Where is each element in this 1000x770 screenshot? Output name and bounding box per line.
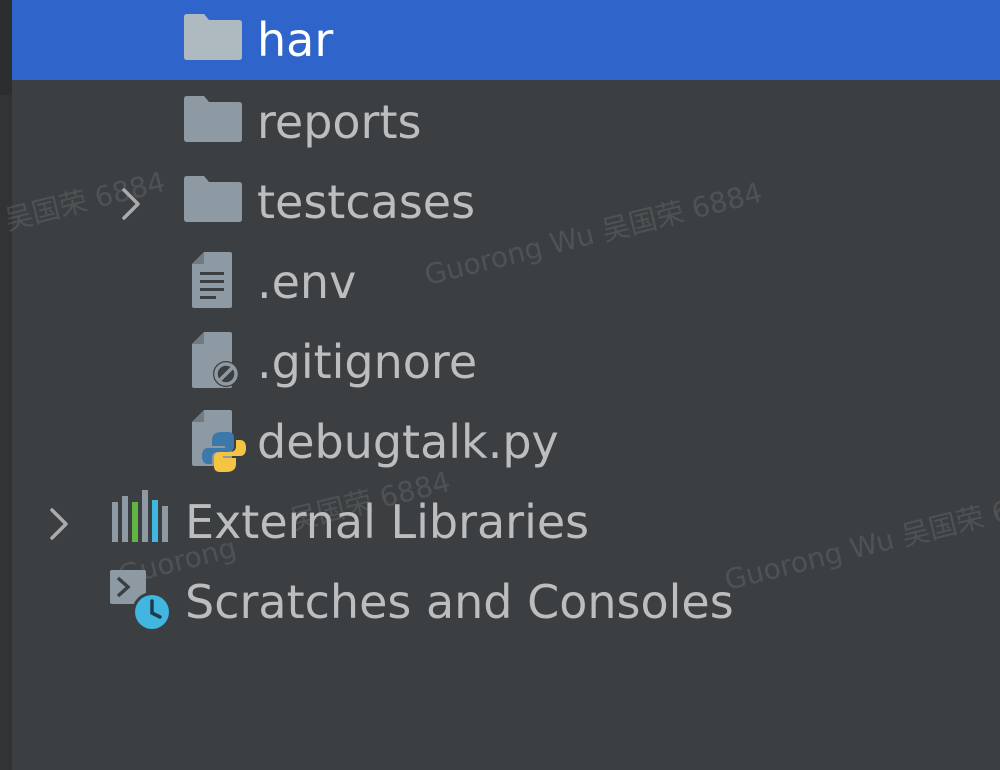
tree-item-label: har	[257, 13, 334, 67]
folder-icon	[184, 14, 242, 60]
tree-item-debugtalk-py[interactable]: debugtalk.py	[12, 402, 1000, 482]
tree-item-label: debugtalk.py	[257, 415, 559, 469]
chevron-right-icon[interactable]	[112, 184, 152, 224]
tree-item-reports[interactable]: reports	[12, 82, 1000, 162]
tree-item-label: .env	[257, 255, 357, 309]
tree-item-scratches-and-consoles[interactable]: Scratches and Consoles	[12, 562, 1000, 642]
text-file-icon	[192, 252, 232, 308]
scratches-icon	[110, 570, 172, 632]
libraries-icon	[112, 490, 168, 542]
tree-item-label: External Libraries	[185, 495, 590, 549]
python-file-icon	[192, 410, 246, 472]
folder-icon	[184, 96, 242, 142]
folder-icon	[184, 176, 242, 222]
tree-item-gitignore[interactable]: .gitignore	[12, 322, 1000, 402]
tree-item-label: Scratches and Consoles	[185, 575, 734, 629]
tree-item-label: testcases	[257, 175, 476, 229]
ignore-file-icon	[192, 332, 239, 388]
tree-item-label: reports	[257, 95, 422, 149]
tree-item-label: .gitignore	[257, 335, 478, 389]
tree-item-env[interactable]: .env	[12, 242, 1000, 322]
tree-item-external-libraries[interactable]: External Libraries	[12, 482, 1000, 562]
chevron-right-icon[interactable]	[40, 504, 80, 544]
gutter-border	[0, 0, 12, 770]
tree-item-har[interactable]: har	[12, 0, 1000, 80]
project-tree: har reports testcases .env .gitignore de…	[12, 0, 1000, 770]
gutter-notch	[0, 0, 12, 95]
tree-item-testcases[interactable]: testcases	[12, 162, 1000, 242]
